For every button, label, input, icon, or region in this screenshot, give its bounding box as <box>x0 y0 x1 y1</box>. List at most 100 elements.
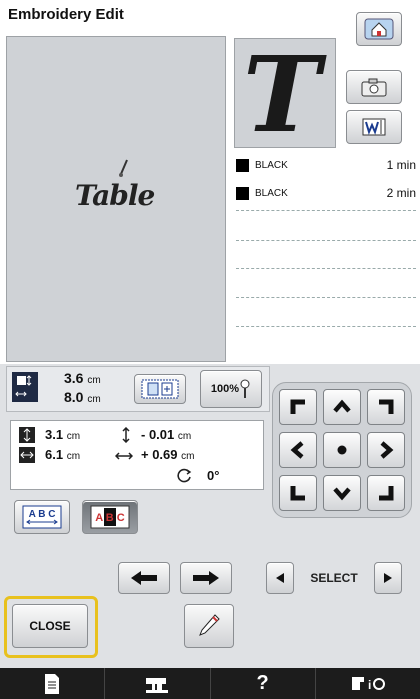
document-icon <box>45 673 60 694</box>
unit-label: cm <box>87 375 101 386</box>
move-down-button[interactable] <box>323 475 361 511</box>
select-next-button[interactable] <box>374 562 402 594</box>
character-color-icon: A B C <box>90 505 130 529</box>
move-up-button[interactable] <box>323 389 361 425</box>
move-left-button[interactable] <box>279 432 317 468</box>
center-button[interactable] <box>323 432 361 468</box>
h-offset-value: + 0.69 <box>141 447 178 462</box>
pattern-thumbnail: T <box>234 33 336 156</box>
color-row[interactable]: BLACK 2 min <box>236 182 416 204</box>
horizontal-offset-icon <box>115 452 133 460</box>
color-time: 1 min <box>386 158 416 172</box>
scan-button[interactable] <box>346 110 402 144</box>
size-width: 3.6 <box>64 370 84 386</box>
size-height: 8.0 <box>64 389 84 405</box>
size-icon <box>12 372 38 402</box>
move-right-button[interactable] <box>367 432 405 468</box>
v-offset-value: - 0.01 <box>141 427 175 442</box>
unit-label: cm <box>66 451 81 462</box>
select-label: SELECT <box>310 571 358 585</box>
frame-icon <box>141 379 179 399</box>
home-icon <box>364 18 394 40</box>
letter-spacing-button[interactable]: A B C <box>14 500 70 534</box>
height-value: 3.1 <box>45 427 64 442</box>
close-button[interactable]: CLOSE <box>12 604 88 648</box>
select-control: SELECT <box>266 562 402 594</box>
pen-icon <box>199 614 220 636</box>
triangle-right-icon <box>384 573 392 583</box>
svg-text:A B C: A B C <box>95 512 125 524</box>
thumbnail-letter: T <box>243 33 321 156</box>
arrow-right-icon <box>193 571 219 585</box>
rotation-value: 0° <box>207 468 220 483</box>
camera-button[interactable] <box>346 70 402 104</box>
unit-label: cm <box>181 451 195 462</box>
letter-spacing-icon: A B C <box>22 505 62 529</box>
unit-label: cm <box>177 431 192 442</box>
svg-text:i: i <box>368 678 371 692</box>
next-character-button[interactable] <box>180 562 232 594</box>
width-measure: 6.1 cm <box>45 447 80 462</box>
move-up-left-button[interactable] <box>279 389 317 425</box>
home-button[interactable] <box>356 12 402 46</box>
rotation-icon <box>177 468 192 483</box>
move-down-left-button[interactable] <box>279 475 317 511</box>
move-up-right-button[interactable] <box>367 389 405 425</box>
divider <box>236 297 416 298</box>
preview-text: Table <box>75 179 155 212</box>
size-values: 3.6 cm 8.0 cm <box>64 370 101 408</box>
arrow-left-icon <box>290 441 304 459</box>
vertical-offset: - 0.01 cm <box>141 427 191 442</box>
scan-icon <box>362 118 386 136</box>
svg-text:A B C: A B C <box>29 509 56 520</box>
color-name: BLACK <box>255 187 288 199</box>
select-previous-button[interactable] <box>266 562 294 594</box>
page-title: Embroidery Edit <box>8 6 124 23</box>
help-label: ? <box>256 672 269 694</box>
corner-down-right-icon <box>379 486 394 501</box>
center-dot-icon <box>337 445 347 455</box>
arrow-right-icon <box>380 441 394 459</box>
machine-settings-icon: i <box>351 676 385 692</box>
width-icon <box>19 447 35 463</box>
measurement-box: 3.1 cm 6.1 cm - 0.01 cm + 0.69 cm 0° <box>10 420 264 490</box>
corner-up-left-icon <box>290 399 305 414</box>
width-value: 6.1 <box>45 447 64 462</box>
sewing-machine-icon <box>146 677 169 693</box>
embroidery-preview[interactable]: Table <box>6 36 226 362</box>
needle-icon <box>119 159 128 177</box>
camera-icon <box>361 78 387 97</box>
arrow-left-icon <box>131 571 157 585</box>
divider <box>236 210 416 211</box>
magnifier-icon <box>240 379 250 398</box>
pen-button[interactable] <box>184 604 234 648</box>
color-name: BLACK <box>255 159 288 171</box>
triangle-left-icon <box>276 573 284 583</box>
character-color-button[interactable]: A B C <box>82 500 138 534</box>
divider <box>236 240 416 241</box>
help-button[interactable]: ? <box>211 668 316 699</box>
zoom-label: 100% <box>210 383 240 395</box>
divider <box>236 326 416 327</box>
document-button[interactable] <box>0 668 106 699</box>
horizontal-offset: + 0.69 cm <box>141 447 194 462</box>
move-arrow-pad <box>272 382 412 518</box>
corner-down-left-icon <box>290 486 305 501</box>
vertical-offset-icon <box>122 427 130 443</box>
frame-display-button[interactable] <box>134 374 186 404</box>
corner-up-right-icon <box>379 399 394 414</box>
previous-character-button[interactable] <box>118 562 170 594</box>
unit-label: cm <box>87 394 101 405</box>
zoom-button[interactable]: 100% <box>200 370 262 408</box>
color-row[interactable]: BLACK 1 min <box>236 154 416 176</box>
divider <box>236 268 416 269</box>
move-down-right-button[interactable] <box>367 475 405 511</box>
unit-label: cm <box>66 431 81 442</box>
arrow-up-icon <box>333 399 351 413</box>
machine-settings-button[interactable]: i <box>316 668 420 699</box>
height-measure: 3.1 cm <box>45 427 80 442</box>
color-swatch <box>236 186 249 200</box>
arrow-down-icon <box>333 487 351 501</box>
sewing-button[interactable] <box>105 668 211 699</box>
color-swatch <box>236 158 249 172</box>
